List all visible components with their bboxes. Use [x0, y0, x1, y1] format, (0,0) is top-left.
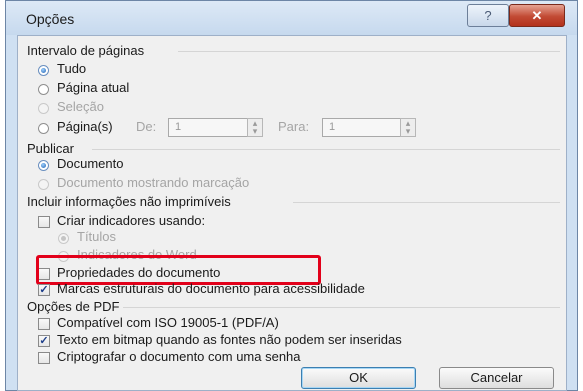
checkbox-encrypt[interactable]	[38, 352, 50, 364]
help-button[interactable]: ?	[467, 4, 509, 27]
to-label: Para:	[278, 119, 310, 134]
from-spinner[interactable]: ▴ ▾	[247, 118, 263, 137]
radio-headings-label: Títulos	[77, 229, 117, 244]
section-nonprint-heading: Incluir informações não imprimíveis	[27, 194, 231, 209]
radio-pages-label: Página(s)	[57, 119, 113, 134]
section-divider	[178, 51, 560, 52]
section-divider	[123, 307, 560, 308]
radio-headings[interactable]	[58, 233, 69, 244]
checkbox-bitmap-text-label: Texto em bitmap quando as fontes não pod…	[57, 332, 402, 347]
radio-current-page[interactable]	[38, 84, 49, 95]
radio-all-label: Tudo	[57, 61, 87, 76]
to-spinner[interactable]: ▴ ▾	[400, 118, 416, 137]
checkbox-iso-pdfa[interactable]	[38, 318, 50, 330]
title-bar: Opções ? ✕	[6, 1, 577, 35]
checkbox-iso-pdfa-label: Compatível com ISO 19005-1 (PDF/A)	[57, 315, 279, 330]
section-divider	[92, 149, 560, 150]
radio-all[interactable]	[38, 65, 49, 76]
section-pdf-heading: Opções de PDF	[27, 299, 120, 314]
close-button[interactable]: ✕	[509, 4, 565, 27]
spin-down-icon: ▾	[405, 126, 411, 136]
section-divider	[293, 202, 560, 203]
help-icon: ?	[484, 8, 492, 23]
from-label: De:	[136, 119, 157, 134]
radio-pages[interactable]	[38, 123, 49, 134]
spin-down-icon: ▾	[252, 126, 258, 136]
radio-selection-label: Seleção	[57, 99, 104, 114]
radio-document-markup[interactable]	[38, 179, 49, 190]
checkbox-create-bookmarks-label: Criar indicadores usando:	[57, 213, 206, 228]
checkbox-encrypt-label: Criptografar o documento com uma senha	[57, 349, 301, 364]
radio-document[interactable]	[38, 160, 49, 171]
radio-selection[interactable]	[38, 103, 49, 114]
radio-document-label: Documento	[57, 156, 124, 171]
close-icon: ✕	[531, 7, 543, 23]
checkbox-structure-tags-label: Marcas estruturais do documento para ace…	[57, 281, 365, 296]
dialog-title: Opções	[26, 11, 75, 27]
radio-current-page-label: Página atual	[57, 80, 130, 95]
checkbox-create-bookmarks[interactable]	[38, 216, 50, 228]
radio-document-markup-label: Documento mostrando marcação	[57, 175, 250, 190]
options-dialog: Opções ? ✕ Intervalo de páginas Tudo Pág…	[5, 0, 578, 391]
dialog-body: Intervalo de páginas Tudo Página atual S…	[17, 35, 567, 391]
section-page-range-heading: Intervalo de páginas	[27, 43, 145, 58]
checkbox-bitmap-text[interactable]: ✓	[38, 335, 50, 347]
section-publish-heading: Publicar	[27, 141, 74, 156]
checkbox-structure-tags[interactable]: ✓	[38, 284, 50, 296]
ok-button[interactable]: OK	[301, 367, 416, 389]
cancel-button[interactable]: Cancelar	[439, 367, 554, 389]
